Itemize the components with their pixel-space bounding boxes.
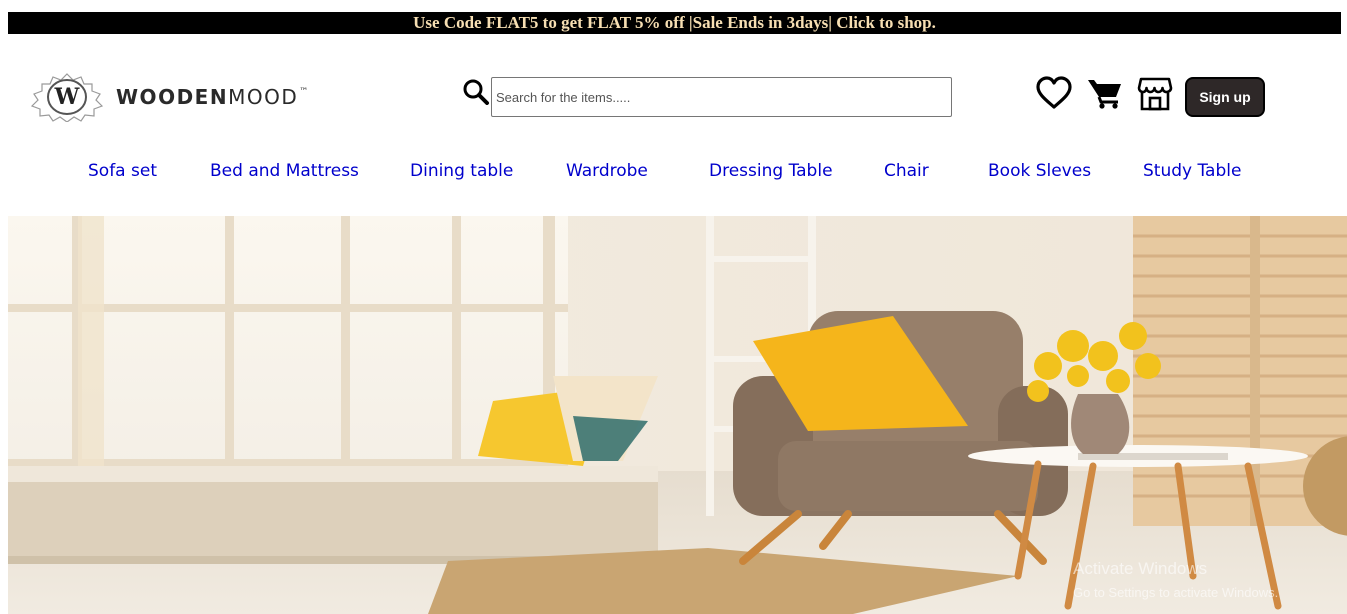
nav-item-dressing-table[interactable]: Dressing Table	[709, 157, 833, 185]
search-input[interactable]	[491, 77, 952, 117]
logo-wordmark: WOODENMOOD™	[116, 85, 308, 109]
search-icon[interactable]	[462, 79, 490, 105]
nav-item-dining-table[interactable]: Dining table	[410, 157, 513, 185]
nav-item-study-table[interactable]: Study Table	[1143, 157, 1241, 185]
sign-up-button[interactable]: Sign up	[1185, 77, 1265, 117]
logo-word-light: MOOD	[228, 85, 299, 109]
nav-item-book-sleves[interactable]: Book Sleves	[988, 157, 1091, 185]
site-logo[interactable]: W WOODENMOOD™	[28, 71, 388, 123]
nav-item-chair[interactable]: Chair	[884, 157, 929, 185]
nav-item-bed-and-mattress[interactable]: Bed and Mattress	[210, 157, 359, 185]
heart-icon[interactable]	[1036, 76, 1072, 112]
nav-item-sofa-set[interactable]: Sofa set	[88, 157, 157, 185]
nav-item-wardrobe[interactable]: Wardrobe	[566, 157, 648, 185]
logo-letter: W	[54, 84, 80, 110]
cart-icon[interactable]	[1087, 76, 1123, 112]
logo-trademark: ™	[299, 87, 309, 97]
logo-emblem: W	[28, 72, 106, 122]
watermark-line-1: Activate Windows	[1073, 559, 1207, 578]
promo-banner[interactable]: Use Code FLAT5 to get FLAT 5% off |Sale …	[8, 12, 1341, 34]
logo-word-bold: WOODEN	[116, 85, 229, 109]
store-icon[interactable]	[1137, 76, 1173, 112]
hero-banner-image[interactable]: Activate Windows Go to Settings to activ…	[8, 216, 1347, 614]
category-nav: Sofa set Bed and Mattress Dining table W…	[0, 157, 1347, 185]
watermark-line-2: Go to Settings to activate Windows.	[1073, 585, 1278, 600]
